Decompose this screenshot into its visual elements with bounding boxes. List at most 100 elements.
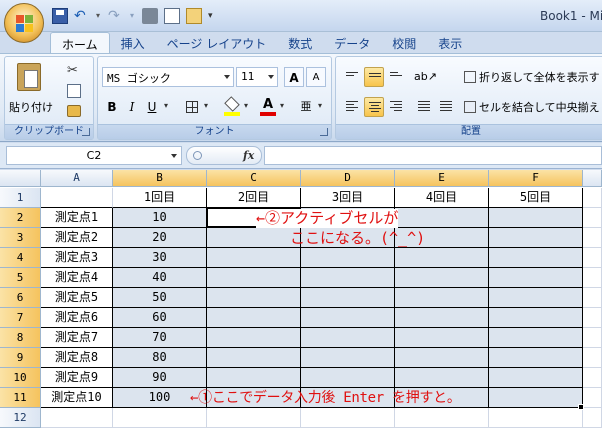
cell-extra-2[interactable] (583, 208, 602, 228)
cell-f1[interactable]: 5回目 (489, 188, 583, 208)
italic-button[interactable]: I (122, 97, 142, 117)
cell-e1[interactable]: 4回目 (395, 188, 489, 208)
chevron-down-icon[interactable]: ▾ (204, 101, 208, 110)
column-header-b[interactable]: B (113, 170, 207, 187)
cell-a7[interactable]: 測定点6 (41, 308, 113, 328)
name-box[interactable]: C2 (6, 146, 182, 165)
cell-extra-8[interactable] (583, 328, 602, 348)
cell-b2[interactable]: 10 (113, 208, 207, 228)
format-painter-icon[interactable] (67, 105, 81, 117)
cell-b5[interactable]: 40 (113, 268, 207, 288)
row-header-5[interactable]: 5 (0, 268, 41, 288)
cell-e8[interactable] (395, 328, 489, 348)
tab-page-layout[interactable]: ページ レイアウト (156, 32, 278, 53)
align-bottom-button[interactable] (386, 67, 406, 87)
cell-c6[interactable] (207, 288, 301, 308)
cell-a1[interactable] (41, 188, 113, 208)
increase-indent-button[interactable] (436, 97, 456, 117)
office-button[interactable] (4, 3, 44, 43)
cell-b3[interactable]: 20 (113, 228, 207, 248)
paste-button[interactable]: 貼り付け (9, 61, 53, 121)
column-header-a[interactable]: A (41, 170, 113, 187)
cell-f5[interactable] (489, 268, 583, 288)
align-middle-button[interactable] (364, 67, 384, 87)
column-header-extra[interactable] (583, 170, 602, 187)
cell-b6[interactable]: 50 (113, 288, 207, 308)
select-all-corner[interactable] (0, 170, 41, 187)
tab-insert[interactable]: 挿入 (110, 32, 156, 53)
cell-extra-9[interactable] (583, 348, 602, 368)
row-header-4[interactable]: 4 (0, 248, 41, 268)
undo-icon[interactable]: ↶ (74, 8, 90, 24)
cell-a12[interactable] (41, 408, 113, 428)
cell-c7[interactable] (207, 308, 301, 328)
cell-f2[interactable] (489, 208, 583, 228)
tab-review[interactable]: 校閲 (381, 32, 427, 53)
cell-a3[interactable]: 測定点2 (41, 228, 113, 248)
cell-extra-4[interactable] (583, 248, 602, 268)
cell-a11[interactable]: 測定点10 (41, 388, 113, 408)
cell-d1[interactable]: 3回目 (301, 188, 395, 208)
chevron-down-icon[interactable]: ▾ (318, 101, 322, 110)
cell-b9[interactable]: 80 (113, 348, 207, 368)
formula-input[interactable] (264, 146, 602, 165)
customize-qat-icon[interactable]: ▾ (208, 8, 224, 24)
cell-e7[interactable] (395, 308, 489, 328)
cell-c3[interactable] (207, 228, 301, 248)
cut-icon[interactable]: ✂ (67, 63, 78, 78)
wrap-text-button[interactable]: 折り返して全体を表示す (464, 69, 600, 87)
tab-view[interactable]: 表示 (427, 32, 473, 53)
cell-d9[interactable] (301, 348, 395, 368)
cell-e4[interactable] (395, 248, 489, 268)
cell-f12[interactable] (489, 408, 583, 428)
cell-e10[interactable] (395, 368, 489, 388)
align-top-button[interactable] (342, 67, 362, 87)
cell-c1[interactable]: 2回目 (207, 188, 301, 208)
resize-handle-icon[interactable] (193, 151, 202, 160)
cell-e9[interactable] (395, 348, 489, 368)
cell-extra-1[interactable] (583, 188, 602, 208)
font-size-select[interactable]: 11 (236, 67, 278, 87)
cell-extra-3[interactable] (583, 228, 602, 248)
cell-f7[interactable] (489, 308, 583, 328)
cell-f10[interactable] (489, 368, 583, 388)
insert-function-button[interactable]: fx (243, 149, 254, 162)
tab-formulas[interactable]: 数式 (277, 32, 323, 53)
column-header-f[interactable]: F (489, 170, 583, 187)
row-header-10[interactable]: 10 (0, 368, 41, 388)
print-preview-icon[interactable] (164, 8, 180, 24)
phonetic-button[interactable]: 亜 (296, 97, 316, 117)
dialog-launcher-icon[interactable] (82, 128, 90, 136)
cell-c9[interactable] (207, 348, 301, 368)
fill-handle[interactable] (578, 404, 584, 410)
cell-f9[interactable] (489, 348, 583, 368)
fill-color-button[interactable] (222, 96, 242, 117)
cell-a10[interactable]: 測定点9 (41, 368, 113, 388)
column-header-c[interactable]: C (207, 170, 301, 187)
dropdown-arrow-icon[interactable]: ▾ (96, 8, 102, 24)
row-header-12[interactable]: 12 (0, 408, 41, 428)
column-header-e[interactable]: E (395, 170, 489, 187)
tab-data[interactable]: データ (323, 32, 381, 53)
cell-a4[interactable]: 測定点3 (41, 248, 113, 268)
row-header-8[interactable]: 8 (0, 328, 41, 348)
chevron-down-icon[interactable]: ▾ (244, 101, 248, 110)
cell-b4[interactable]: 30 (113, 248, 207, 268)
cell-c10[interactable] (207, 368, 301, 388)
cell-d7[interactable] (301, 308, 395, 328)
cell-a5[interactable]: 測定点4 (41, 268, 113, 288)
cell-d8[interactable] (301, 328, 395, 348)
cell-extra-7[interactable] (583, 308, 602, 328)
row-header-9[interactable]: 9 (0, 348, 41, 368)
cell-d4[interactable] (301, 248, 395, 268)
font-color-button[interactable]: A (258, 97, 278, 117)
cell-extra-5[interactable] (583, 268, 602, 288)
cell-f4[interactable] (489, 248, 583, 268)
cell-d10[interactable] (301, 368, 395, 388)
cell-extra-10[interactable] (583, 368, 602, 388)
row-header-3[interactable]: 3 (0, 228, 41, 248)
save-icon[interactable] (52, 8, 68, 24)
row-header-11[interactable]: 11 (0, 388, 41, 408)
cell-extra-6[interactable] (583, 288, 602, 308)
copy-icon[interactable] (67, 84, 81, 98)
